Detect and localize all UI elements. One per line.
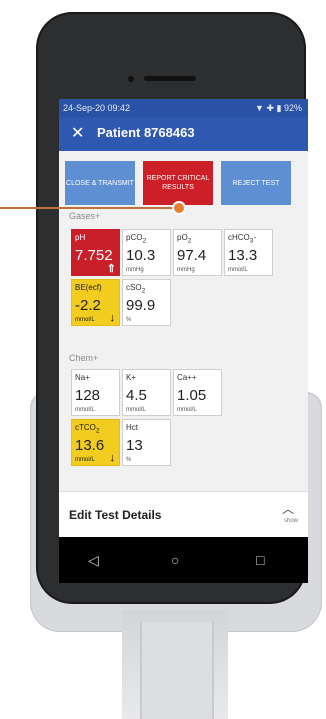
- app-header: ✕ Patient 8768463: [59, 117, 308, 151]
- result-tile-ph[interactable]: pH 7.752 ⇑: [71, 229, 120, 276]
- tile-label: cTCO2: [75, 423, 100, 435]
- tile-label: pH: [75, 233, 86, 242]
- result-tile-hct[interactable]: Hct 13 %: [122, 419, 171, 466]
- home-icon[interactable]: ○: [171, 552, 179, 568]
- status-bar: 24-Sep-20 09:42 ▼ ✚ ▮ 92%: [59, 99, 308, 117]
- chevron-up-icon[interactable]: ︿: [282, 500, 294, 517]
- reject-test-button[interactable]: REJECT TEST: [221, 161, 291, 205]
- result-tile-chco3[interactable]: cHCO3- 13.3 mmol/L: [224, 229, 273, 276]
- wifi-icon: ▼: [255, 103, 264, 113]
- battery-level: 92%: [283, 103, 302, 113]
- tile-value: 128: [75, 387, 101, 404]
- result-tile-be-ecf[interactable]: BE(ecf) -2.2 mmol/L ↓: [71, 279, 120, 326]
- tile-label: cHCO3-: [228, 233, 257, 245]
- tile-value: 10.3: [126, 247, 156, 264]
- tile-value: 99.9: [126, 297, 156, 314]
- section-label-gases: Gases+: [69, 211, 101, 221]
- tile-label: pCO2: [126, 233, 147, 245]
- tile-label: pO2: [177, 233, 192, 245]
- result-tile-k[interactable]: K+ 4.5 mmol/L: [122, 369, 171, 416]
- result-tile-cso2[interactable]: cSO2 99.9 %: [122, 279, 171, 326]
- report-critical-results-button[interactable]: REPORT CRITICAL RESULTS: [143, 161, 213, 205]
- section-label-chem: Chem+: [69, 353, 99, 363]
- stand-groove: [140, 622, 214, 719]
- result-tile-ca[interactable]: Ca++ 1.05 mmol/L: [173, 369, 222, 416]
- edit-test-details-title: Edit Test Details: [69, 508, 162, 522]
- tile-unit: mmol/L: [75, 457, 95, 463]
- callout-line: [0, 207, 178, 209]
- charging-icon: ✚: [266, 103, 274, 113]
- result-tile-pco2[interactable]: pCO2 10.3 mmHg: [122, 229, 171, 276]
- tile-label: Ca++: [177, 373, 197, 382]
- tile-unit: mmol/L: [228, 267, 248, 273]
- device-screen: 24-Sep-20 09:42 ▼ ✚ ▮ 92% ✕ Patient 8768…: [59, 99, 308, 537]
- tile-unit: %: [126, 457, 132, 463]
- critical-high-icon: ⇑: [106, 263, 116, 275]
- tile-unit: mmol/L: [126, 407, 146, 413]
- recent-apps-icon[interactable]: □: [256, 552, 264, 568]
- result-tile-na[interactable]: Na+ 128 mmol/L: [71, 369, 120, 416]
- low-arrow-icon: ↓: [109, 312, 116, 324]
- tile-value: 4.5: [126, 387, 147, 404]
- tile-label: Na+: [75, 373, 90, 382]
- low-arrow-icon: ↓: [109, 452, 116, 464]
- status-time: 24-Sep-20 09:42: [63, 103, 131, 113]
- tile-value: 13.3: [228, 247, 258, 264]
- tile-label: Hct: [126, 423, 138, 432]
- page-title: Patient 8768463: [97, 125, 195, 140]
- front-camera: [128, 76, 134, 82]
- edit-test-details-panel[interactable]: Edit Test Details ︿ show: [59, 491, 308, 537]
- tile-label: K+: [126, 373, 137, 382]
- tile-value: 13: [126, 437, 143, 454]
- tile-label: BE(ecf): [75, 283, 102, 292]
- tile-unit: mmol/L: [75, 317, 95, 323]
- tile-unit: mmHg: [177, 267, 195, 273]
- tile-value: -2.2: [75, 297, 101, 314]
- close-transmit-button[interactable]: CLOSE & TRANSMIT: [65, 161, 135, 205]
- tile-unit: mmol/L: [177, 407, 197, 413]
- tile-value: 13.6: [75, 437, 105, 454]
- show-label: show: [283, 518, 298, 524]
- callout-dot: [172, 201, 186, 215]
- battery-icon: ▮: [276, 103, 282, 113]
- tile-unit: %: [126, 317, 132, 323]
- tile-value: 97.4: [177, 247, 207, 264]
- tile-unit: mmol/L: [75, 407, 95, 413]
- tile-unit: mmHg: [126, 267, 144, 273]
- earpiece-speaker: [144, 76, 196, 81]
- tile-label: cSO2: [126, 283, 146, 295]
- result-tile-po2[interactable]: pO2 97.4 mmHg: [173, 229, 222, 276]
- tile-value: 1.05: [177, 387, 207, 404]
- result-tile-ctco2[interactable]: cTCO2 13.6 mmol/L ↓: [71, 419, 120, 466]
- back-icon[interactable]: ◁: [88, 552, 99, 569]
- close-icon[interactable]: ✕: [71, 123, 84, 143]
